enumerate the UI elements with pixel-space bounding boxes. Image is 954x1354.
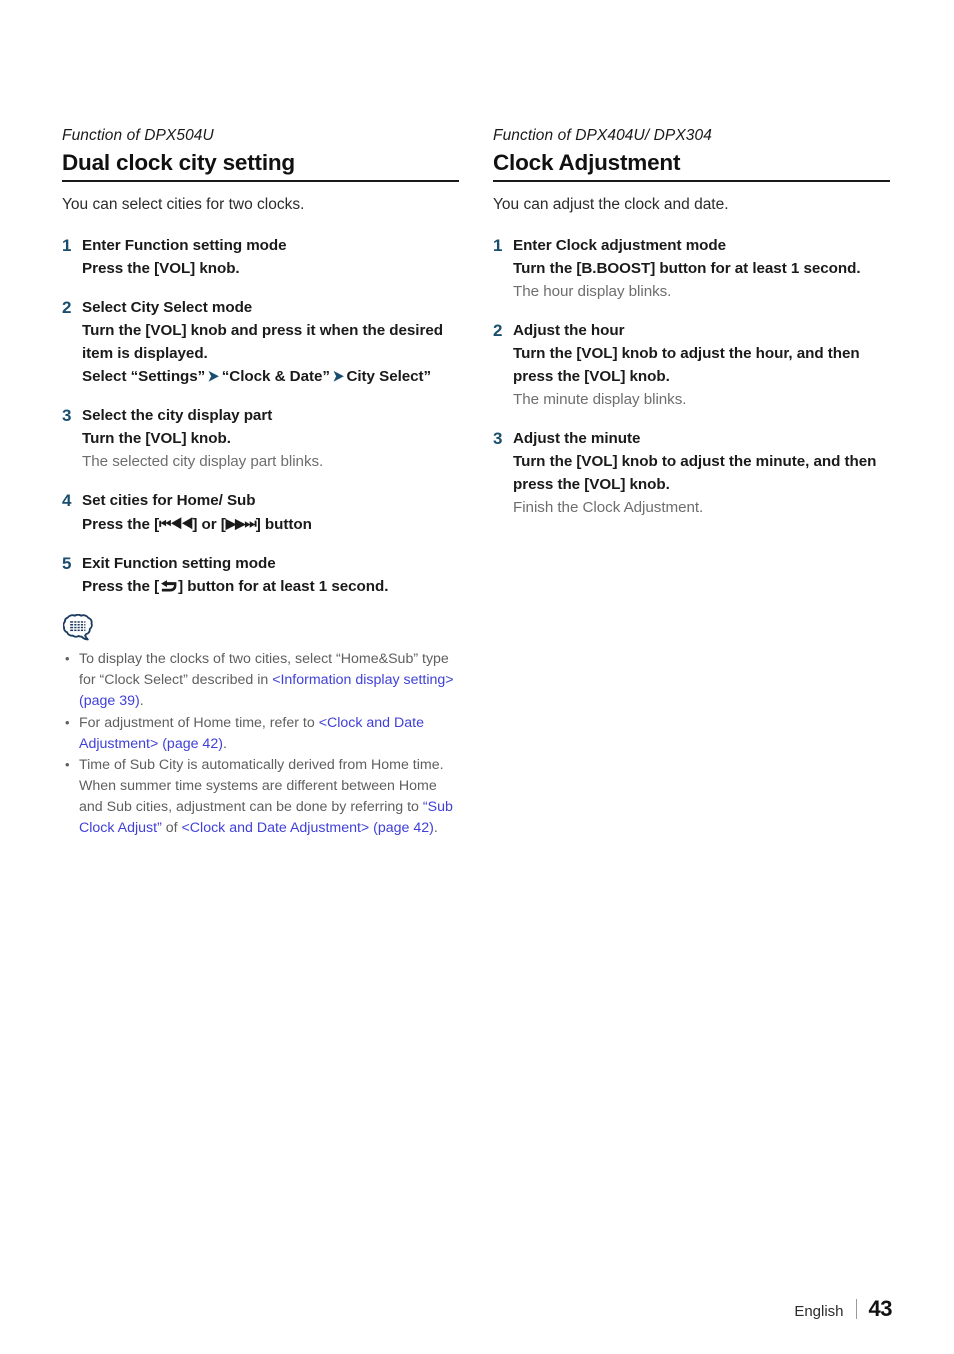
note-bullet-2: • For adjustment of Home time, refer to <… [62, 713, 459, 755]
track-previous-icon: ⏮◀◀ [159, 516, 193, 532]
step-action: Turn the [VOL] knob to adjust the minute… [513, 453, 877, 494]
step-result: The selected city display part blinks. [82, 453, 324, 471]
step-title: Enter Function setting mode [82, 237, 287, 255]
note-bullet-1: • To display the clocks of two cities, se… [62, 649, 459, 711]
footer-divider [855, 1299, 857, 1319]
right-section-eyebrow: Function of DPX404U/ DPX304 [493, 127, 712, 144]
step-number: 1 [62, 236, 72, 256]
step-number: 4 [62, 491, 72, 511]
right-column: Function of DPX404U/ DPX304 Clock Adjust… [493, 126, 890, 840]
note-bullet-3: • Time of Sub City is automatically deriv… [62, 755, 459, 838]
step-action: Turn the [VOL] knob. [82, 430, 231, 448]
step-result: The minute display blinks. [513, 391, 687, 409]
left-step-5: 5 Exit Function setting mode Press the [… [62, 552, 459, 598]
step-title: Select City Select mode [82, 299, 253, 317]
left-column: Function of DPX504U Dual clock city sett… [62, 126, 459, 840]
action-suffix: ] button [255, 516, 312, 534]
right-step-1: 1 Enter Clock adjustment mode Turn the [… [493, 234, 890, 303]
action-mid: ] or [ [192, 516, 226, 534]
step-action: Turn the [B.BOOST] button for at least 1… [513, 260, 861, 278]
step-action: Turn the [VOL] knob to adjust the hour, … [513, 345, 860, 386]
step-title: Enter Clock adjustment mode [513, 237, 727, 255]
action-prefix: Press the [ [82, 516, 160, 534]
note-block: • To display the clocks of two cities, se… [62, 614, 459, 838]
step-body: Adjust the hour Turn the [VOL] knob to a… [513, 319, 890, 411]
bullet-marker: • [65, 651, 70, 667]
step-action: Turn the [VOL] knob and press it when th… [82, 322, 443, 363]
step-body: Adjust the minute Turn the [VOL] knob to… [513, 427, 890, 519]
left-section-eyebrow: Function of DPX504U [62, 127, 214, 144]
step-body: Enter Clock adjustment mode Turn the [B.… [513, 234, 890, 303]
step-action: Press the [ ] button for at least 1 secon… [82, 575, 459, 598]
note-text-plain: of [161, 819, 182, 836]
menu-path-prefix: Select “Settings” [82, 368, 206, 386]
note-bullet-list: • To display the clocks of two cities, se… [62, 649, 459, 838]
step-body: Exit Function setting mode Press the [ ] … [82, 552, 459, 598]
left-step-1: 1 Enter Function setting mode Press the … [62, 234, 459, 280]
left-section-rule [62, 180, 459, 183]
bullet-marker: • [65, 757, 70, 773]
menu-chevron-icon: ➤ [207, 368, 220, 386]
step-result: Finish the Clock Adjustment. [513, 499, 704, 517]
step-menu-path: Select “Settings” ➤ “Clock & Date” ➤ City Se… [82, 365, 459, 388]
step-number: 1 [493, 236, 503, 256]
note-text-plain: For adjustment of Home time, refer to [79, 714, 319, 731]
left-step-2: 2 Select City Select mode Turn the [VOL]… [62, 296, 459, 388]
step-number: 3 [493, 429, 503, 449]
cross-reference-link[interactable]: <Clock and Date Adjustment> (page 42) [182, 820, 434, 836]
step-result: The hour display blinks. [513, 283, 672, 301]
step-title: Adjust the hour [513, 322, 625, 340]
step-action: Press the [⏮◀◀] or [▶▶⏭] button [82, 512, 459, 536]
left-step-4: 4 Set cities for Home/ Sub Press the [⏮◀… [62, 489, 459, 536]
step-number: 5 [62, 554, 72, 574]
right-section-title: Clock Adjustment [493, 150, 681, 175]
manual-page: Function of DPX504U Dual clock city sett… [0, 0, 954, 1354]
menu-path-end: City Select” [346, 368, 432, 386]
note-text-plain: . [139, 692, 144, 709]
return-back-arrow-icon [160, 577, 177, 592]
note-text-plain: . [433, 819, 438, 836]
bullet-marker: • [65, 714, 70, 730]
menu-chevron-icon: ➤ [332, 368, 344, 386]
right-step-3: 3 Adjust the minute Turn the [VOL] knob … [493, 427, 890, 519]
step-body: Enter Function setting mode Press the [V… [82, 234, 459, 280]
track-next-icon: ▶▶⏭ [225, 516, 257, 532]
left-section-intro: You can select cities for two clocks. [62, 196, 305, 214]
note-text-plain: . [222, 735, 227, 752]
page-footer: English 43 [794, 1296, 892, 1322]
step-body: Set cities for Home/ Sub Press the [⏮◀◀]… [82, 489, 459, 536]
left-step-3: 3 Select the city display part Turn the … [62, 404, 459, 473]
step-body: Select the city display part Turn the [V… [82, 404, 459, 473]
action-suffix: ] button for at least 1 second. [178, 578, 389, 596]
step-action: Press the [VOL] knob. [82, 260, 240, 278]
note-text-plain: Time of Sub City is automatically derive… [79, 757, 444, 815]
action-prefix: Press the [ [82, 578, 160, 596]
step-body: Select City Select mode Turn the [VOL] k… [82, 296, 459, 388]
step-number: 3 [62, 406, 72, 426]
step-title: Adjust the minute [513, 430, 641, 448]
footer-language-label: English [794, 1303, 844, 1320]
footer-page-number: 43 [868, 1296, 893, 1321]
two-column-layout: Function of DPX504U Dual clock city sett… [62, 126, 890, 840]
step-title: Select the city display part [82, 407, 273, 425]
note-speech-bubble-icon [62, 614, 93, 641]
left-section-title: Dual clock city setting [62, 150, 295, 175]
step-title: Set cities for Home/ Sub [82, 492, 256, 510]
right-section-rule [493, 180, 890, 183]
right-step-2: 2 Adjust the hour Turn the [VOL] knob to… [493, 319, 890, 411]
step-number: 2 [493, 321, 503, 341]
menu-path-mid: “Clock & Date” [221, 368, 330, 386]
step-title: Exit Function setting mode [82, 555, 276, 573]
right-section-intro: You can adjust the clock and date. [493, 196, 729, 214]
step-number: 2 [62, 298, 72, 318]
